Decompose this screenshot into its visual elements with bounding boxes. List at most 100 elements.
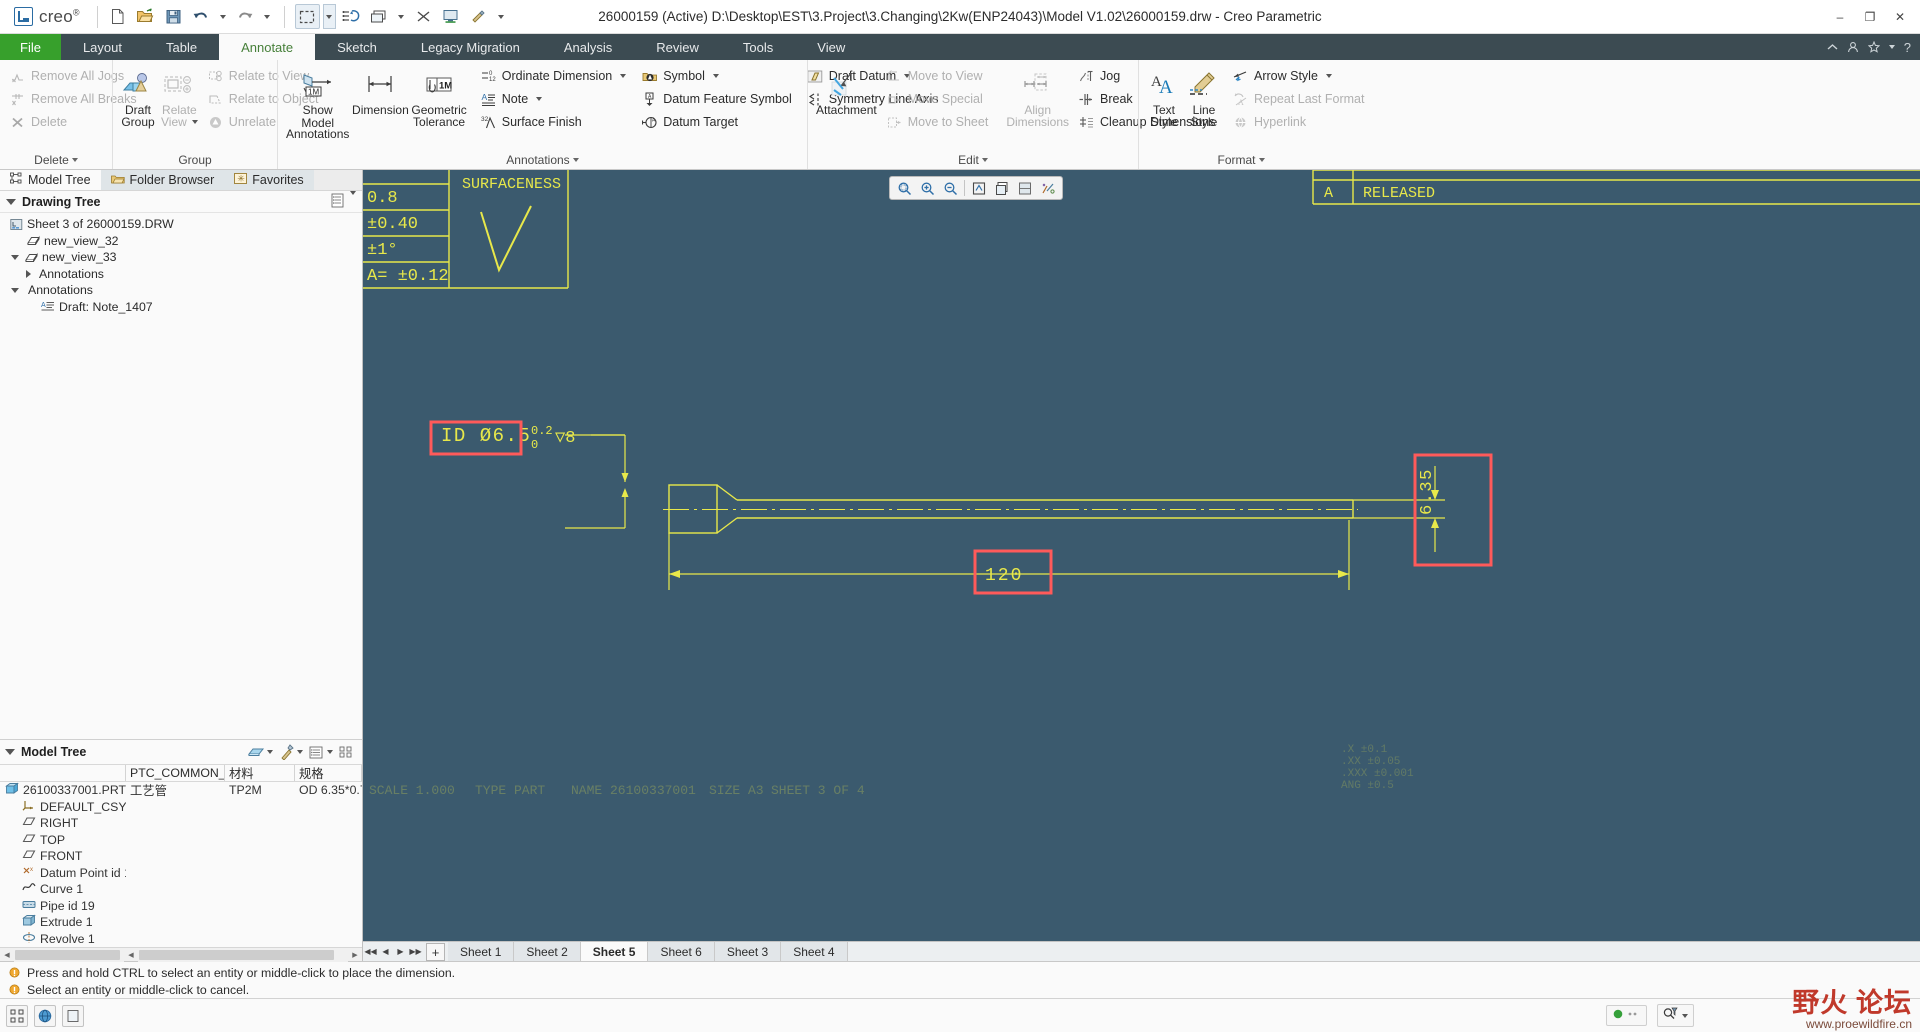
datum-feature-symbol-button[interactable]: A Datum Feature Symbol	[638, 88, 798, 110]
surface-finish-button[interactable]: 32 Surface Finish	[477, 111, 632, 133]
zoom-area-icon[interactable]	[893, 178, 915, 198]
expand-icon[interactable]	[26, 269, 31, 278]
draft-group-button[interactable]: Draft Group	[119, 65, 157, 131]
expand-collapse-icon[interactable]	[11, 287, 19, 293]
tab-annotate[interactable]: Annotate	[219, 34, 316, 60]
select-dropdown-icon[interactable]	[322, 4, 336, 29]
move-to-view-button[interactable]: Move to View	[883, 65, 995, 87]
model-tree-row[interactable]: TOP	[0, 832, 362, 849]
tab-tools[interactable]: Tools	[721, 34, 795, 60]
drawing-tree-dropdown-icon[interactable]	[350, 190, 356, 209]
drawing-canvas[interactable]: 0.8 ±0.40 ±1° A= ±0.12 SURFACENESS REV	[363, 170, 1920, 941]
drawing-tree-collapse-icon[interactable]	[6, 198, 16, 205]
prev-sheet-button[interactable]: ◀	[378, 942, 393, 962]
model-tree-row[interactable]: Pipe id 19	[0, 898, 362, 915]
tab-model-tree[interactable]: Model Tree	[0, 170, 101, 190]
move-to-sheet-button[interactable]: Move to Sheet	[883, 111, 995, 133]
status-indicator-group[interactable]	[1606, 1005, 1647, 1026]
tree-item-annotations-root[interactable]: Annotations	[0, 282, 362, 299]
settings-icon[interactable]	[467, 4, 492, 29]
settings-dropdown-icon[interactable]	[495, 4, 508, 29]
tree-item-view-annotations[interactable]: Annotations	[0, 266, 362, 283]
sheet-tab-4[interactable]: Sheet 4	[781, 942, 848, 961]
regenerate-icon[interactable]	[339, 4, 364, 29]
last-sheet-button[interactable]: ▶▶	[408, 942, 423, 962]
model-tree-row[interactable]: Extrude 1	[0, 914, 362, 931]
display-style-icon[interactable]	[1014, 178, 1036, 198]
hyperlink-button[interactable]: Hyperlink	[1229, 111, 1370, 133]
geometric-tolerance-button[interactable]: 1M Geometric Tolerance	[409, 65, 468, 131]
arrow-style-button[interactable]: Arrow Style	[1229, 65, 1370, 87]
model-tree-row[interactable]: 26100337001.PRT 工艺管 TP2M OD 6.35*0.7,L=	[0, 782, 362, 799]
ribbon-collapse-icon[interactable]	[1827, 43, 1838, 52]
hscroll-thumb-left[interactable]	[15, 949, 120, 960]
ribbon-group-annotations-label[interactable]: Annotations	[278, 151, 807, 169]
model-tree-row[interactable]: Curve 1	[0, 881, 362, 898]
zoom-in-icon[interactable]	[916, 178, 938, 198]
ribbon-group-delete-label[interactable]: Delete	[0, 151, 112, 169]
column-header-ptc-common-name[interactable]: PTC_COMMON_NAM	[126, 765, 225, 781]
ordinate-dimension-button[interactable]: 0 12 Ordinate Dimension	[477, 65, 632, 87]
ribbon-star-icon[interactable]	[1867, 41, 1880, 53]
drawing-tree-settings-icon[interactable]	[330, 193, 345, 211]
tab-file[interactable]: File	[0, 34, 61, 60]
tab-review[interactable]: Review	[634, 34, 721, 60]
new-file-icon[interactable]	[105, 4, 130, 29]
minimize-button[interactable]: –	[1826, 4, 1854, 30]
first-sheet-button[interactable]: ◀◀	[363, 942, 378, 962]
search-filter-group[interactable]	[1657, 1004, 1694, 1027]
undo-icon[interactable]	[189, 4, 214, 29]
model-tree-columns-button[interactable]	[337, 743, 357, 762]
text-style-button[interactable]: AA Text Style	[1145, 65, 1183, 131]
attachment-button[interactable]: Attachment	[814, 65, 879, 120]
window-icon[interactable]	[367, 4, 392, 29]
refit-icon[interactable]	[968, 178, 990, 198]
model-tree-row[interactable]: DEFAULT_CSYS	[0, 799, 362, 816]
ribbon-group-edit-label[interactable]: Edit	[808, 151, 1138, 169]
repeat-last-format-button[interactable]: A Repeat Last Format	[1229, 88, 1370, 110]
tab-layout[interactable]: Layout	[61, 34, 144, 60]
selection-filter-icon[interactable]	[6, 1004, 28, 1027]
scroll-left-icon[interactable]: ◀	[0, 948, 14, 962]
scroll-right-icon[interactable]: ▶	[348, 948, 362, 962]
tree-item-sheet[interactable]: Sheet 3 of 26000159.DRW	[0, 216, 362, 233]
display-icon[interactable]	[439, 4, 464, 29]
window-dropdown-icon[interactable]	[395, 4, 408, 29]
line-style-button[interactable]: Line Style	[1185, 65, 1223, 131]
model-tree-row[interactable]: x Datum Point id 15	[0, 865, 362, 882]
tree-item-draft-note[interactable]: A Draft: Note_1407	[0, 299, 362, 316]
zoom-out-icon[interactable]	[939, 178, 961, 198]
open-file-icon[interactable]	[133, 4, 158, 29]
ribbon-dropdown-icon[interactable]	[1888, 45, 1895, 49]
add-sheet-button[interactable]: +	[426, 943, 445, 961]
sheet-tab-1[interactable]: Sheet 1	[448, 942, 515, 961]
ribbon-help-icon[interactable]: ?	[1904, 40, 1911, 55]
tab-favorites[interactable]: ✳ Favorites	[224, 170, 314, 190]
dimension-button[interactable]: Dimension	[352, 65, 409, 120]
model-tree-filter-button[interactable]	[245, 743, 275, 762]
note-button[interactable]: A Note	[477, 88, 632, 110]
repaint-icon[interactable]	[991, 178, 1013, 198]
left-panel-hscrollbar[interactable]: ◀ ◀ ▶	[0, 947, 362, 962]
model-tree-settings-button[interactable]	[277, 742, 305, 762]
show-model-annotations-button[interactable]: 1M Show Model Annotations	[284, 65, 351, 144]
maximize-button[interactable]: ❐	[1856, 4, 1884, 30]
tree-item-new-view-32[interactable]: new_view_32	[0, 233, 362, 250]
hscroll-track-right[interactable]	[138, 947, 348, 962]
scroll-left-icon-2[interactable]: ◀	[124, 948, 138, 962]
align-dimensions-button[interactable]: Align Dimensions	[1004, 65, 1071, 131]
sheet-tab-5[interactable]: Sheet 5	[580, 942, 649, 961]
model-tree-display-button[interactable]	[307, 743, 335, 762]
close-button[interactable]: ✕	[1886, 4, 1914, 30]
datum-target-button[interactable]: A Datum Target	[638, 111, 798, 133]
undo-dropdown-icon[interactable]	[217, 4, 230, 29]
model-tree-row[interactable]: FRONT	[0, 848, 362, 865]
expand-collapse-icon[interactable]	[11, 254, 19, 260]
sheet-tab-2[interactable]: Sheet 2	[514, 942, 581, 961]
sheet-tab-6[interactable]: Sheet 6	[648, 942, 715, 961]
column-header-spec[interactable]: 规格	[295, 765, 362, 781]
model-tree-collapse-icon[interactable]	[5, 749, 15, 755]
tree-item-new-view-33[interactable]: new_view_33	[0, 249, 362, 266]
tab-view[interactable]: View	[795, 34, 867, 60]
move-special-button[interactable]: Move Special	[883, 88, 995, 110]
